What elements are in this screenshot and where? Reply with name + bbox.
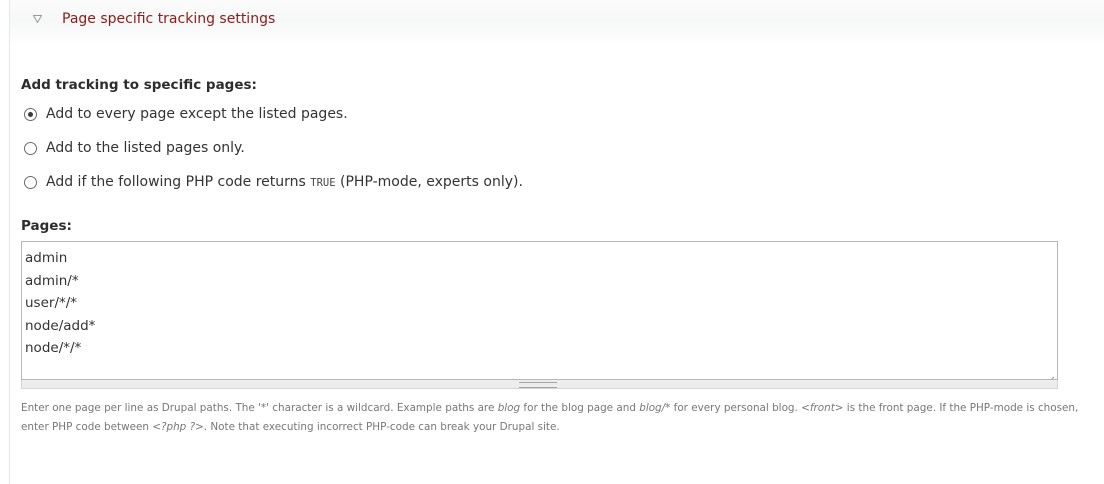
radio-label-text: (PHP-mode, experts only). bbox=[335, 174, 523, 190]
desc-em: blog bbox=[497, 402, 521, 414]
desc-em: <front> bbox=[801, 402, 844, 414]
grippie-handle-icon bbox=[519, 382, 557, 388]
textarea-line: admin/* bbox=[25, 272, 79, 289]
radio-option-except-listed[interactable]: Add to every page except the listed page… bbox=[24, 106, 348, 122]
visibility-label: Add tracking to specific pages: bbox=[21, 77, 257, 93]
textarea-line: admin bbox=[25, 250, 68, 266]
radio-option-label: Add to the listed pages only. bbox=[46, 140, 245, 156]
resize-corner-icon[interactable] bbox=[1047, 369, 1055, 379]
desc-em: <?php ?> bbox=[152, 420, 204, 433]
desc-text: Enter one page per line as Drupal paths.… bbox=[21, 402, 498, 414]
fieldset-legend-title: Page specific tracking settings bbox=[62, 11, 276, 27]
textarea-line: node/*/* bbox=[25, 340, 82, 357]
radio-button-checked[interactable] bbox=[24, 107, 37, 121]
fieldset-legend-toggle[interactable]: Page specific tracking settings bbox=[30, 8, 275, 30]
desc-text: for the blog page and bbox=[520, 402, 640, 414]
radio-button[interactable] bbox=[24, 141, 37, 155]
desc-text: . Note that executing incorrect PHP-code… bbox=[203, 420, 560, 433]
pages-textarea[interactable]: admin admin/* user/*/* node/add* node/*/… bbox=[21, 241, 1058, 380]
radio-option-label: Add if the following PHP code returns TR… bbox=[46, 174, 523, 190]
code-true: TRUE bbox=[310, 177, 336, 189]
pages-description: Enter one page per line as Drupal paths.… bbox=[21, 399, 1096, 436]
radio-option-label: Add to every page except the listed page… bbox=[46, 106, 348, 122]
textarea-line: node/add* bbox=[25, 317, 96, 334]
triangle-down-icon bbox=[30, 12, 44, 26]
radio-option-php-mode[interactable]: Add if the following PHP code returns TR… bbox=[24, 174, 523, 190]
radio-button[interactable] bbox=[24, 175, 37, 189]
pages-label: Pages: bbox=[21, 218, 72, 234]
desc-text: for every personal blog. bbox=[670, 402, 802, 414]
desc-em: blog/* bbox=[639, 402, 671, 414]
radio-option-listed-only[interactable]: Add to the listed pages only. bbox=[24, 140, 245, 156]
textarea-line: user/*/* bbox=[25, 295, 78, 312]
radio-label-text: Add if the following PHP code returns bbox=[46, 174, 311, 190]
textarea-grippie[interactable] bbox=[21, 380, 1058, 389]
